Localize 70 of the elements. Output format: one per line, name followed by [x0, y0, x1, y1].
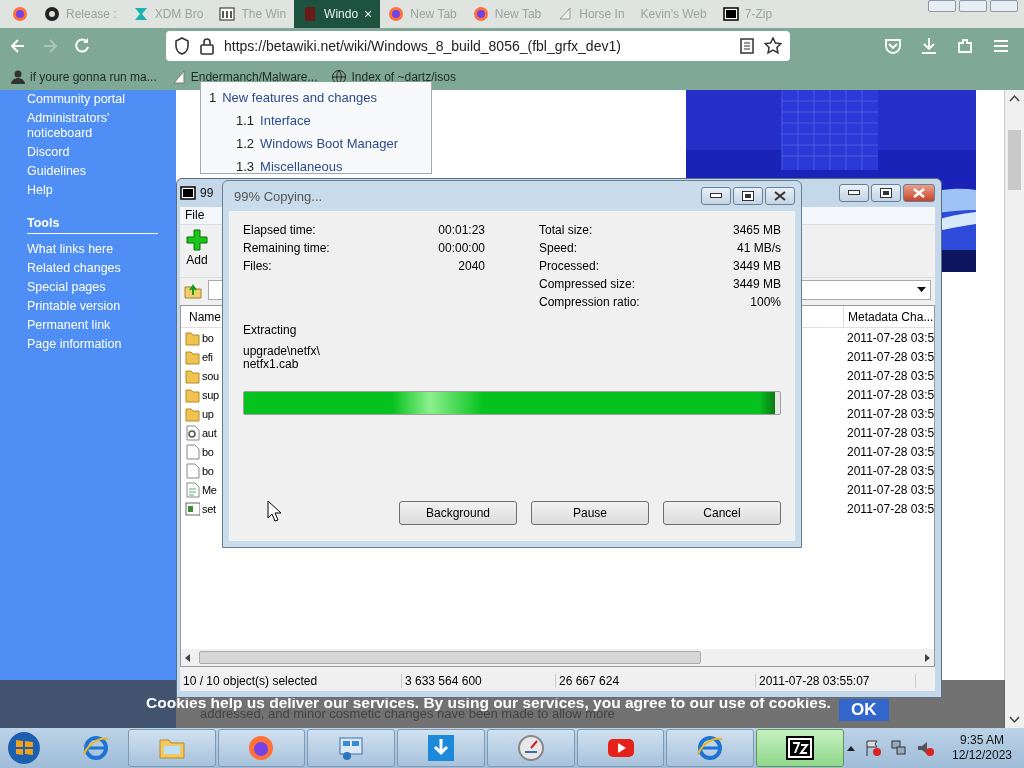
column-header[interactable]: Metadata Cha...	[843, 306, 934, 327]
stat-label: Speed:	[539, 241, 579, 257]
stat-value: 3449 MB	[732, 259, 781, 275]
toc-number: 1	[209, 89, 217, 107]
item-name[interactable]: sou	[202, 369, 219, 382]
dialog-button[interactable]: Background	[399, 501, 517, 525]
dialog-title: 99% Copying...	[234, 188, 323, 204]
dialog-button[interactable]: Pause	[531, 501, 649, 525]
browser-tab[interactable]: Windo ×	[294, 0, 381, 28]
date-cell: 2011-07-28 03:5	[847, 425, 934, 440]
status-field: 10 / 10 object(s) selected	[180, 674, 402, 688]
close-icon[interactable]: ×	[364, 6, 373, 22]
stat-value: 2040	[457, 259, 485, 275]
operation-label: Extracting	[243, 323, 298, 337]
toc-number: 1.1	[236, 112, 255, 130]
stat-label: Compressed size:	[539, 277, 637, 293]
status-field: 26 667 624	[556, 674, 756, 688]
bookmark-label[interactable]: Endermanch/Malware...	[190, 70, 318, 84]
item-name[interactable]: set	[202, 502, 216, 515]
stat-value: 41 MB/s	[736, 241, 781, 257]
date-cell: 2011-07-28 03:5	[847, 501, 934, 516]
stat-value: 00:00:00	[438, 241, 485, 257]
date-cell: 2011-07-28 03:5	[847, 387, 934, 402]
date-cell: 2011-07-28 03:5	[847, 330, 934, 345]
date-cell: 2011-07-28 03:5	[847, 463, 934, 478]
item-name[interactable]: efi	[202, 350, 213, 363]
bookmark-label[interactable]: Index of ~dartz/isos	[351, 70, 456, 84]
add-button[interactable]: Add	[186, 229, 208, 273]
dialog-button[interactable]: Cancel	[663, 501, 781, 525]
sidebar-heading: Tools	[27, 216, 158, 234]
item-name[interactable]: Me	[202, 483, 217, 496]
stat-value: 3449 MB	[732, 277, 781, 293]
status-field: 3 633 564 600	[402, 674, 556, 688]
date-cell: 2011-07-28 03:5	[847, 349, 934, 364]
item-name[interactable]: sup	[202, 388, 219, 401]
window-title: 99	[200, 186, 214, 200]
stat-label: Compression ratio:	[539, 295, 641, 311]
item-name[interactable]: up	[202, 407, 214, 420]
date-cell: 2011-07-28 03:5	[847, 482, 934, 497]
clock-time[interactable]: 9:35 AM	[960, 733, 1005, 748]
item-name[interactable]: bo	[202, 445, 214, 458]
stat-label: Processed:	[539, 259, 601, 275]
clock-date[interactable]: 12/12/2023	[952, 748, 1013, 763]
date-cell: 2011-07-28 03:5	[847, 368, 934, 383]
status-field: 2011-07-28 03:55:07	[756, 674, 916, 688]
bookmark-label[interactable]: if youre gonna run ma...	[30, 70, 157, 84]
stat-label: Elapsed time:	[243, 223, 317, 239]
ok-button[interactable]: OK	[838, 699, 889, 721]
stat-value: 00:01:23	[438, 223, 485, 239]
toc-number: 1.2	[236, 135, 255, 153]
date-cell: 2011-07-28 03:5	[847, 406, 934, 421]
toc-link[interactable]: Interface	[260, 109, 311, 132]
toc-link[interactable]: Windows Boot Manager	[260, 132, 399, 155]
date-cell: 2011-07-28 03:5	[847, 444, 934, 459]
item-name[interactable]: bo	[202, 464, 214, 477]
toc-link[interactable]: Miscellaneous	[260, 155, 343, 178]
toc-number: 1.3	[236, 158, 255, 176]
toc-link[interactable]: New features and changes	[222, 86, 377, 109]
file-path: upgrade\netfx\	[243, 345, 321, 358]
stat-label: Total size:	[539, 223, 594, 239]
address-bar[interactable]: https://betawiki.net/wiki/Windows_8_build_8056_(fbl_grfx_dev1)	[166, 31, 790, 61]
menu-item[interactable]: File	[185, 208, 205, 222]
file-path: netfx1.cab	[243, 358, 299, 371]
stat-value: 100%	[749, 295, 781, 311]
stat-label: Remaining time:	[243, 241, 331, 257]
item-name[interactable]: aut	[202, 426, 217, 439]
item-name[interactable]: bo	[202, 331, 214, 344]
url-text: https://betawiki.net/wiki/Windows_8_build_8056_(fbl_grfx_dev1)	[224, 38, 622, 54]
stat-value: 3465 MB	[732, 223, 781, 239]
stat-label: Files:	[243, 259, 273, 275]
